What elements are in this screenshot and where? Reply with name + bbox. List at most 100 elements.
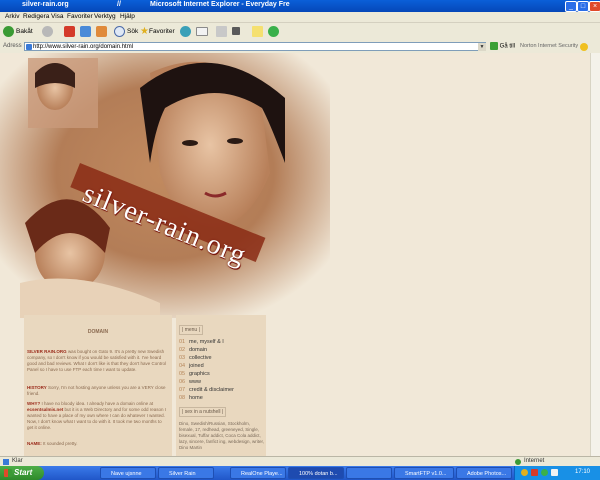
norton-label[interactable]: Norton Internet Security [520, 43, 578, 49]
refresh-icon [80, 25, 91, 37]
print-icon [216, 25, 227, 37]
status-text: Klar [12, 458, 23, 464]
go-arrow-icon [490, 42, 498, 50]
forward-button[interactable] [42, 25, 55, 38]
taskbar-item[interactable]: SmartFTP v1.0... [394, 467, 454, 479]
tray-icon[interactable] [531, 469, 538, 476]
nav-item-number: 01 [179, 339, 186, 345]
window-site-label: silver-rain.org [22, 1, 69, 8]
minimize-button[interactable]: _ [565, 1, 577, 12]
history-button[interactable] [180, 25, 193, 38]
banner-image: silver-rain.org [0, 53, 330, 318]
nav-item-home[interactable]: 08 home [179, 394, 265, 402]
nav-item-number: 06 [179, 379, 186, 385]
close-button[interactable]: × [589, 1, 600, 12]
favorites-label: Favoriter [148, 28, 175, 36]
address-dropdown-icon[interactable]: ▼ [478, 43, 486, 51]
nav-item-www[interactable]: 06 www [179, 378, 265, 386]
nav-item-number: 07 [179, 387, 186, 393]
nav-item-joined[interactable]: 04 joined [179, 362, 265, 370]
banner-collage [0, 53, 330, 318]
nav-item-me[interactable]: 01 me, myself & I [179, 338, 265, 346]
taskbar-item[interactable]: Adobe Photos... [456, 467, 512, 479]
tray-icon[interactable] [551, 469, 558, 476]
windows-logo-icon [4, 469, 12, 477]
title-separator: // [117, 1, 121, 8]
edit-button[interactable] [232, 25, 242, 38]
menu-section-header: | menu | [179, 325, 203, 335]
menu-item-redigera[interactable]: Redigera [23, 13, 49, 20]
tray-icon[interactable] [521, 469, 528, 476]
nav-item-number: 05 [179, 371, 186, 377]
search-icon [114, 25, 125, 37]
address-input[interactable]: http://www.silver-rain.org/domain.html [24, 42, 486, 51]
go-button[interactable]: Gå till [490, 42, 515, 50]
menu-item-verktyg[interactable]: Verktyg [94, 13, 116, 20]
address-label: Adress [3, 43, 22, 49]
address-url: http://www.silver-rain.org/domain.html [33, 44, 134, 50]
paragraph-why: WHY? I have no bloody idea. I already ha… [27, 401, 169, 431]
stop-icon [64, 25, 75, 37]
search-label: Sök [127, 28, 139, 35]
print-button[interactable] [216, 25, 229, 38]
nav-item-label: joined [189, 363, 204, 369]
system-tray: 17:10 [514, 466, 600, 480]
home-icon [96, 25, 107, 37]
nav-item-number: 03 [179, 355, 186, 361]
back-button[interactable]: Bakåt [3, 25, 33, 38]
para4-head: NAME: [27, 441, 42, 446]
search-button[interactable]: Sök [114, 25, 138, 38]
taskbar-item[interactable]: Nave ujsnne [100, 467, 156, 479]
nutshell-section-header: | sex in a nutshell | [179, 407, 227, 417]
nav-item-number: 08 [179, 395, 186, 401]
clock[interactable]: 17:10 [575, 469, 590, 475]
menu-item-visa[interactable]: Visa [51, 13, 64, 20]
domain-heading: DOMAIN [87, 329, 109, 335]
nav-item-number: 02 [179, 347, 186, 353]
nav-item-label: collective [189, 355, 212, 361]
maximize-button[interactable]: □ [577, 1, 589, 12]
nav-item-credit[interactable]: 07 credit & disclaimer [179, 386, 265, 394]
para2-text: Sorry, I'm not hosting anyone unless you… [27, 385, 166, 396]
para3-link[interactable]: ecsentsalmis.net [27, 407, 63, 412]
refresh-button[interactable] [80, 25, 93, 38]
toolbar: Bakåt Sök ★Favoriter [0, 23, 600, 42]
nav-item-collective[interactable]: 03 collective [179, 354, 265, 362]
window-title: Microsoft Internet Explorer - Everyday F… [150, 1, 290, 8]
nav-item-domain[interactable]: 02 domain [179, 346, 265, 354]
nav-item-label: home [189, 395, 203, 401]
menu-item-arkiv[interactable]: Arkiv [5, 13, 19, 20]
para3-head: WHY? [27, 401, 41, 406]
para2-head: HISTORY [27, 385, 47, 390]
navigation-column: | menu | 01 me, myself & I 02 domain 03 col… [176, 315, 266, 456]
history-icon [180, 25, 191, 37]
taskbar-item[interactable] [346, 467, 392, 479]
stop-button[interactable] [64, 25, 77, 38]
home-button[interactable] [96, 25, 109, 38]
nav-item-label: credit & disclaimer [189, 387, 234, 393]
para4-text: It sounded pretty. [43, 441, 78, 446]
nutshell-text: Dino, Swedish/Russian, Stockholm, female… [179, 421, 264, 450]
taskbar-item[interactable]: 100% dotan b... [288, 467, 344, 479]
nav-item-graphics[interactable]: 05 graphics [179, 370, 265, 378]
back-arrow-icon [3, 25, 14, 37]
norton-icon[interactable] [580, 43, 588, 51]
start-button[interactable]: Start [0, 466, 44, 480]
notes-button[interactable] [252, 25, 265, 38]
menu-item-favoriter[interactable]: Favoriter [67, 13, 93, 20]
window-titlebar[interactable]: silver-rain.org // Microsoft Internet Ex… [0, 0, 600, 12]
favorites-button[interactable]: ★Favoriter [140, 25, 175, 38]
taskbar-item[interactable]: RealOne Playe... [230, 467, 286, 479]
menu-bar: Arkiv Redigera Visa Favoriter Verktyg Hj… [0, 12, 600, 23]
mail-button[interactable] [196, 25, 210, 38]
vertical-scrollbar[interactable] [590, 53, 600, 456]
globe-icon [515, 459, 521, 465]
tray-icon[interactable] [541, 469, 548, 476]
zone-text: Internet [524, 458, 545, 464]
taskbar-item[interactable]: Silver Rain [158, 467, 214, 479]
menu-item-hjalp[interactable]: Hjälp [120, 13, 135, 20]
nav-item-label: domain [189, 347, 208, 353]
messenger-button[interactable] [268, 25, 281, 38]
domain-column: DOMAIN SILVER RAIN.ORG was bought on Gat… [24, 315, 172, 456]
paragraph-name: NAME: It sounded pretty. [27, 441, 169, 447]
